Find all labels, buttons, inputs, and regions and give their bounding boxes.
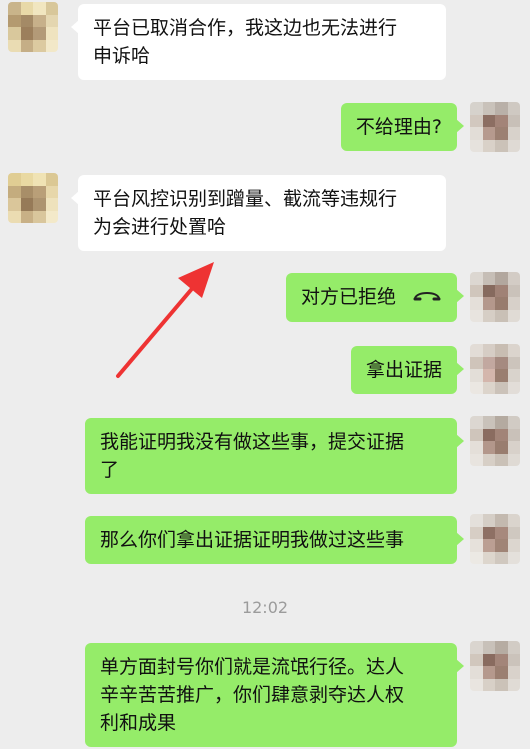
red-arrow-icon: [116, 262, 214, 378]
